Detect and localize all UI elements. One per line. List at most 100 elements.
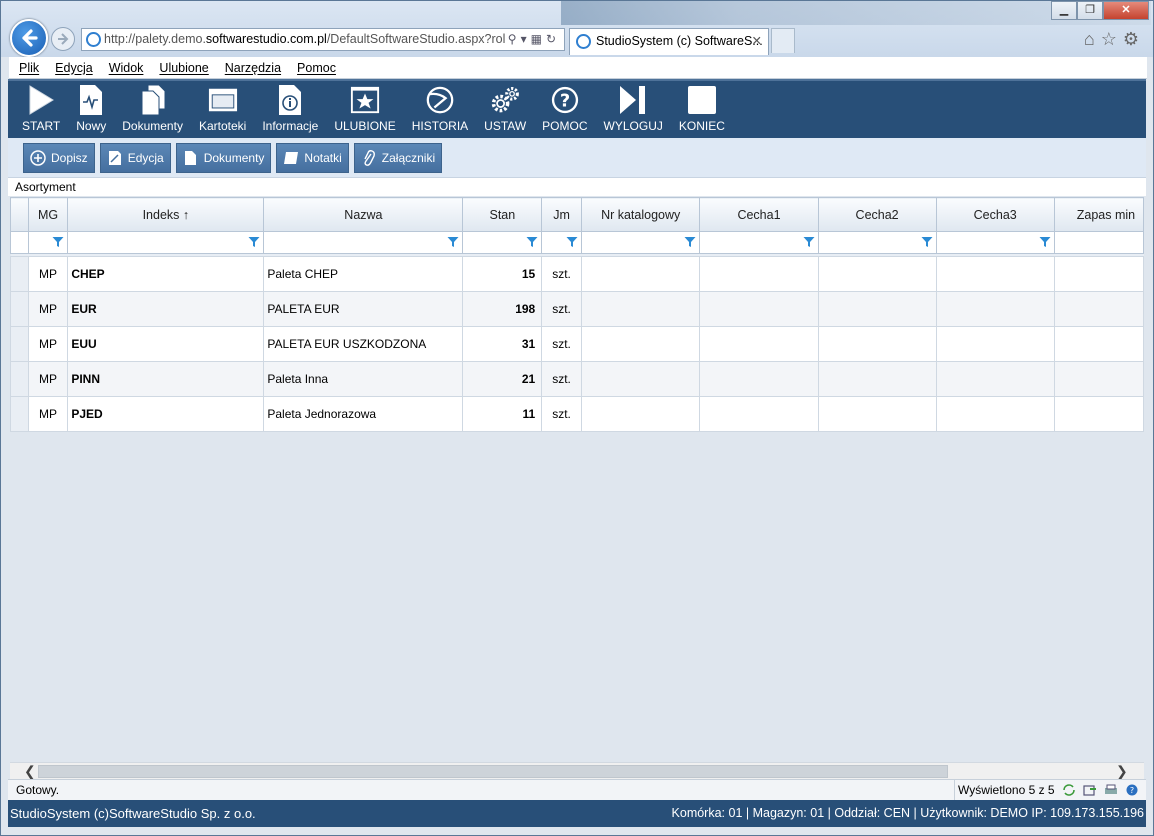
compat-icon[interactable]: ▦ [531, 32, 546, 46]
address-prefix: http://palety.demo. [104, 32, 206, 46]
menu-ulubione[interactable]: Ulubione [159, 61, 208, 75]
toolbar-koniec[interactable]: KONIEC [671, 81, 733, 138]
row-selector[interactable] [10, 361, 29, 397]
cell-indeks: PJED [67, 396, 265, 432]
refresh-arrows-icon[interactable] [1062, 784, 1076, 796]
dokumenty-button[interactable]: Dokumenty [175, 142, 272, 173]
notatki-button[interactable]: Notatki [276, 142, 349, 173]
column-header-jm[interactable]: Jm [541, 197, 582, 232]
column-header-nazwa[interactable]: Nazwa [263, 197, 464, 232]
search-icon[interactable]: ⚲ [508, 32, 521, 46]
export-icon[interactable] [1083, 784, 1097, 796]
favorites-star-icon[interactable]: ☆ [1101, 29, 1123, 49]
filter-cell[interactable] [263, 231, 464, 254]
toolbar-historia[interactable]: HISTORIA [404, 81, 476, 138]
help-circle-icon[interactable]: ? [1125, 784, 1139, 796]
scrollbar-thumb[interactable] [38, 765, 948, 778]
filter-cell[interactable] [67, 231, 265, 254]
menu-pomoc[interactable]: Pomoc [297, 61, 336, 75]
cell-empty [1053, 396, 1144, 432]
close-icon[interactable]: ✕ [1103, 1, 1149, 20]
filter-cell[interactable] [462, 231, 543, 254]
table-row[interactable]: MP PJED Paleta Jednorazowa 11 szt. [10, 396, 1144, 432]
filter-funnel-icon[interactable] [684, 236, 696, 248]
toolbar-ustaw[interactable]: USTAW [476, 81, 534, 138]
column-header-zapas-min[interactable]: Zapas min [1053, 197, 1144, 232]
dropdown-icon[interactable]: ▾ [521, 32, 531, 46]
filter-cell[interactable] [27, 231, 69, 254]
minimize-icon[interactable]: ▁ [1051, 1, 1077, 20]
filter-funnel-icon[interactable] [803, 236, 815, 248]
column-header-stan[interactable]: Stan [462, 197, 543, 232]
cell-empty [817, 396, 937, 432]
browser-tab[interactable]: StudioSystem (c) SoftwareS... ✕ [569, 28, 769, 55]
print-icon[interactable] [1104, 784, 1118, 796]
toolbar-informacje[interactable]: Informacje [254, 81, 326, 138]
toolbar-nowy[interactable]: Nowy [68, 81, 114, 138]
row-selector[interactable] [10, 256, 29, 292]
column-header-cecha1[interactable]: Cecha1 [699, 197, 819, 232]
zalaczniki-button[interactable]: Załączniki [353, 142, 443, 173]
cell-indeks: CHEP [67, 256, 265, 292]
filter-funnel-icon[interactable] [526, 236, 538, 248]
column-header-cecha2[interactable]: Cecha2 [817, 197, 937, 232]
menu-edycja[interactable]: Edycja [55, 61, 93, 75]
back-button[interactable] [10, 19, 48, 57]
table-row[interactable]: MP EUR PALETA EUR 198 szt. [10, 291, 1144, 327]
menu-bar: Plik Edycja Widok Ulubione Narzędzia Pom… [9, 57, 1147, 79]
filter-cell[interactable] [935, 231, 1055, 254]
filter-cell[interactable] [699, 231, 819, 254]
filter-cell[interactable] [541, 231, 582, 254]
toolbar-ulubione[interactable]: ULUBIONE [326, 81, 403, 138]
dopisz-label: Dopisz [51, 150, 88, 165]
maximize-icon[interactable]: ❐ [1077, 1, 1103, 20]
column-header-cecha3[interactable]: Cecha3 [935, 197, 1055, 232]
footer-session-info: Komórka: 01 | Magazyn: 01 | Oddział: CEN… [671, 806, 1144, 820]
refresh-icon[interactable]: ↻ [546, 32, 560, 46]
svg-text:?: ? [560, 91, 570, 112]
scroll-left-icon[interactable]: ❮ [24, 763, 36, 779]
home-icon[interactable]: ⌂ [1084, 29, 1101, 49]
filter-cell[interactable] [580, 231, 701, 254]
row-selector[interactable] [10, 326, 29, 362]
horizontal-scrollbar[interactable]: ❮ ❯ [10, 762, 1144, 779]
column-header-indeks[interactable]: Indeks ↑ [67, 197, 265, 232]
filter-funnel-icon[interactable] [447, 236, 459, 248]
column-header-mg[interactable]: MG [27, 197, 69, 232]
new-tab-button[interactable] [771, 28, 795, 53]
settings-gear-icon[interactable]: ⚙ [1123, 29, 1145, 49]
tab-close-icon[interactable]: ✕ [752, 29, 762, 54]
column-header-nr-katalogowy[interactable]: Nr katalogowy [580, 197, 701, 232]
toolbar-kartoteki[interactable]: Kartoteki [191, 81, 254, 138]
toolbar-pomoc[interactable]: ? POMOC [534, 81, 595, 138]
filter-funnel-icon[interactable] [1039, 236, 1051, 248]
cell-stan: 198 [462, 291, 543, 327]
toolbar-start[interactable]: START [14, 81, 68, 138]
menu-plik[interactable]: Plik [19, 61, 39, 75]
table-row[interactable]: MP EUU PALETA EUR USZKODZONA 31 szt. [10, 326, 1144, 362]
menu-narzedzia[interactable]: Narzędzia [225, 61, 281, 75]
row-selector[interactable] [10, 396, 29, 432]
toolbar-wyloguj[interactable]: WYLOGUJ [596, 81, 671, 138]
dopisz-button[interactable]: Dopisz [23, 142, 95, 173]
paperclip-icon [364, 149, 375, 166]
row-selector[interactable] [10, 291, 29, 327]
main-toolbar: START Nowy Dokumenty Kartoteki Informacj… [8, 79, 1146, 138]
table-row[interactable]: MP PINN Paleta Inna 21 szt. [10, 361, 1144, 397]
filter-cell[interactable] [817, 231, 937, 254]
table-row[interactable]: MP CHEP Paleta CHEP 15 szt. [10, 256, 1144, 292]
cell-indeks: PINN [67, 361, 265, 397]
forward-button[interactable] [51, 27, 75, 51]
filter-funnel-icon[interactable] [52, 236, 64, 248]
edycja-button[interactable]: Edycja [99, 142, 171, 173]
scroll-right-icon[interactable]: ❯ [1116, 763, 1128, 779]
menu-widok[interactable]: Widok [109, 61, 144, 75]
address-bar[interactable]: http://palety.demo.softwarestudio.com.pl… [81, 28, 565, 51]
filter-cell[interactable] [1053, 231, 1144, 254]
filter-funnel-icon[interactable] [921, 236, 933, 248]
address-domain: softwarestudio.com.pl [205, 32, 327, 46]
toolbar-dokumenty[interactable]: Dokumenty [114, 81, 191, 138]
filter-funnel-icon[interactable] [248, 236, 260, 248]
arrow-right-icon [58, 33, 69, 45]
filter-funnel-icon[interactable] [566, 236, 578, 248]
